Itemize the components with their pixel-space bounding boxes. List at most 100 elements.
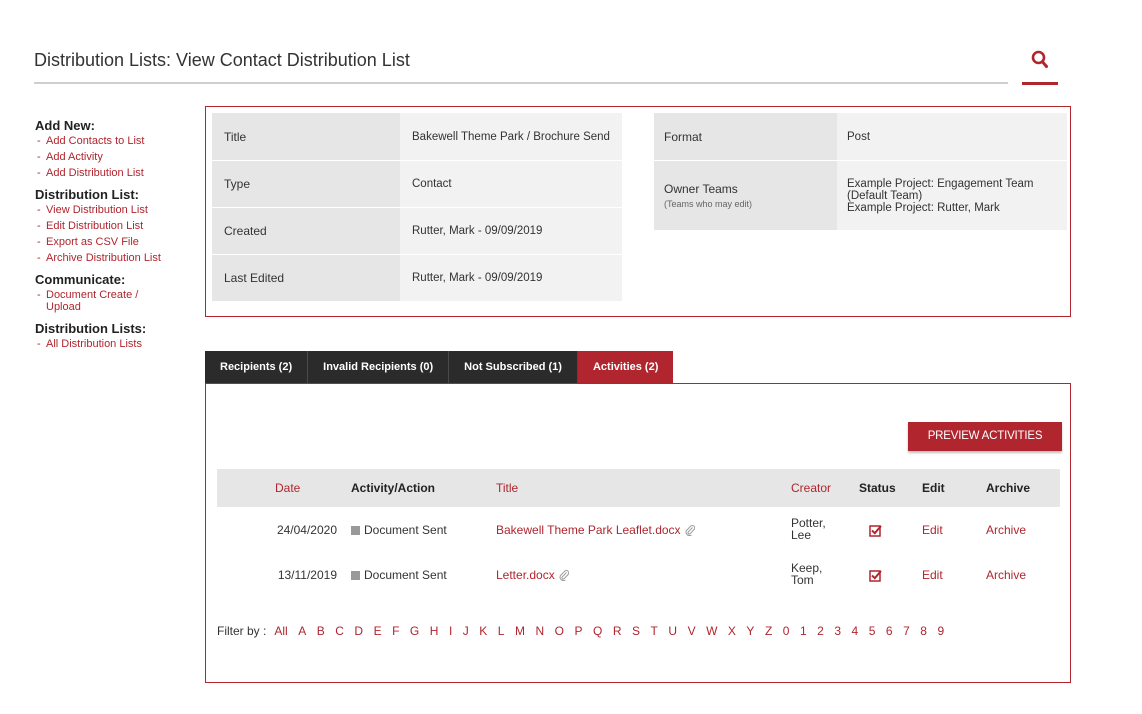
filter-letter-2[interactable]: 2 <box>817 624 824 638</box>
filter-letter-g[interactable]: G <box>410 624 419 638</box>
filter-letter-6[interactable]: 6 <box>886 624 893 638</box>
filter-letter-3[interactable]: 3 <box>834 624 841 638</box>
filter-letter-w[interactable]: W <box>706 624 717 638</box>
activity-action: Document Sent <box>347 507 492 552</box>
filter-letter-h[interactable]: H <box>430 624 439 638</box>
checkbox-checked-icon[interactable] <box>869 524 882 537</box>
dash: - <box>37 236 41 248</box>
tab-activities[interactable]: Activities (2) <box>577 351 674 384</box>
edit-link[interactable]: Edit <box>918 552 982 597</box>
filter-letter-m[interactable]: M <box>515 624 525 638</box>
sidebar: Add New: - Add Contacts to List - Add Acti… <box>35 118 185 358</box>
tab-invalid-recipients[interactable]: Invalid Recipients (0) <box>308 351 450 384</box>
column-header-date[interactable]: Date <box>217 469 347 507</box>
sidebar-item-label: Export as CSV File <box>46 236 139 248</box>
sidebar-item-view-list[interactable]: - View Distribution List <box>35 204 185 216</box>
archive-link[interactable]: Archive <box>982 552 1060 597</box>
filter-letter-5[interactable]: 5 <box>869 624 876 638</box>
details-panel: Title Bakewell Theme Park / Brochure Sen… <box>205 106 1071 317</box>
activity-creator: Keep, Tom <box>787 552 855 597</box>
tab-not-subscribed[interactable]: Not Subscribed (1) <box>449 351 578 384</box>
filter-letter-b[interactable]: B <box>317 624 325 638</box>
square-icon <box>351 525 360 535</box>
filter-letter-9[interactable]: 9 <box>937 624 944 638</box>
filter-letter-x[interactable]: X <box>728 624 736 638</box>
detail-value: Bakewell Theme Park / Brochure Send <box>400 113 622 160</box>
filter-letter-4[interactable]: 4 <box>852 624 859 638</box>
filter-letter-i[interactable]: I <box>449 624 452 638</box>
activity-date: 13/11/2019 <box>277 567 337 582</box>
filter-letter-7[interactable]: 7 <box>903 624 910 638</box>
dash: - <box>37 252 41 264</box>
column-header-edit: Edit <box>918 469 982 507</box>
filter-letter-l[interactable]: L <box>498 624 505 638</box>
filter-letter-s[interactable]: S <box>632 624 640 638</box>
preview-activities-button[interactable]: PREVIEW ACTIVITIES <box>908 422 1062 451</box>
tab-recipients[interactable]: Recipients (2) <box>205 351 309 384</box>
sidebar-heading: Communicate: <box>35 272 126 287</box>
checkbox-checked-icon[interactable] <box>869 569 882 582</box>
filter-letter-q[interactable]: Q <box>593 624 602 638</box>
filter-letter-a[interactable]: A <box>298 624 306 638</box>
activity-status <box>855 507 918 552</box>
sidebar-item-label: All Distribution Lists <box>46 338 142 350</box>
column-header-title[interactable]: Title <box>492 469 787 507</box>
detail-row-type: Type Contact <box>212 160 622 207</box>
filter-letter-0[interactable]: 0 <box>783 624 790 638</box>
filter-letter-k[interactable]: K <box>479 624 487 638</box>
filter-bar: Filter by : All A B C D E F G H I J K L M N O P Q R S T U V W X Y… <box>217 624 955 638</box>
detail-label: Format <box>654 113 837 160</box>
filter-letter-8[interactable]: 8 <box>920 624 927 638</box>
filter-letter-c[interactable]: C <box>335 624 344 638</box>
creator-name: Keep, Tom <box>791 562 822 586</box>
filter-letter-n[interactable]: N <box>535 624 544 638</box>
filter-letter-e[interactable]: E <box>374 624 382 638</box>
filter-letter-f[interactable]: F <box>392 624 399 638</box>
detail-value: Rutter, Mark - 09/09/2019 <box>400 254 622 301</box>
sidebar-item-add-distribution-list[interactable]: - Add Distribution List <box>35 167 185 179</box>
edit-link[interactable]: Edit <box>918 507 982 552</box>
filter-letter-o[interactable]: O <box>555 624 564 638</box>
filter-letter-p[interactable]: P <box>575 624 583 638</box>
column-header-creator[interactable]: Creator <box>787 469 855 507</box>
activity-title-link[interactable]: Letter.docx <box>496 568 555 582</box>
archive-link[interactable]: Archive <box>982 507 1060 552</box>
dash: - <box>37 135 41 147</box>
search-icon <box>1031 50 1048 68</box>
filter-letter-all[interactable]: All <box>274 624 287 638</box>
activities-table: Date Activity/Action Title Creator Statu… <box>217 469 1060 597</box>
sidebar-item-archive-list[interactable]: - Archive Distribution List <box>35 252 175 264</box>
search-underline <box>1022 82 1058 85</box>
filter-letter-z[interactable]: Z <box>765 624 772 638</box>
details-table-right: Format Post Owner Teams (Teams who may e… <box>654 113 1067 230</box>
search-button[interactable] <box>1022 44 1058 84</box>
owner-teams-note: (Teams who may edit) <box>664 199 753 209</box>
filter-letter-u[interactable]: U <box>668 624 677 638</box>
filter-letter-v[interactable]: V <box>688 624 696 638</box>
creator-first: Tom <box>791 573 814 587</box>
sidebar-item-all-lists[interactable]: - All Distribution Lists <box>35 338 185 350</box>
activity-action-label: Document Sent <box>364 522 447 537</box>
activity-action-label: Document Sent <box>364 567 447 582</box>
filter-letter-r[interactable]: R <box>613 624 622 638</box>
creator-name: Potter, Lee <box>791 517 826 541</box>
activity-action: Document Sent <box>347 552 492 597</box>
filter-letter-j[interactable]: J <box>463 624 469 638</box>
filter-letter-y[interactable]: Y <box>746 624 754 638</box>
detail-value: Example Project: Engagement Team (Defaul… <box>837 160 1067 230</box>
creator-first: Lee <box>791 528 812 542</box>
filter-letter-d[interactable]: D <box>354 624 363 638</box>
filter-letter-t[interactable]: T <box>651 624 658 638</box>
sidebar-item-add-activity[interactable]: - Add Activity <box>35 151 185 163</box>
sidebar-item-add-contacts[interactable]: - Add Contacts to List <box>35 135 185 147</box>
filter-label: Filter by : <box>217 624 267 638</box>
detail-label: Type <box>212 160 400 207</box>
sidebar-item-edit-list[interactable]: - Edit Distribution List <box>35 220 185 232</box>
sidebar-item-label: Add Activity <box>46 151 103 163</box>
sidebar-item-document-create[interactable]: - Document Create / Upload <box>35 289 175 313</box>
sidebar-item-label: Archive Distribution List <box>46 252 161 264</box>
activity-title-link[interactable]: Bakewell Theme Park Leaflet.docx <box>496 523 681 537</box>
filter-letter-1[interactable]: 1 <box>800 624 807 638</box>
dash: - <box>37 151 41 163</box>
sidebar-item-export-csv[interactable]: - Export as CSV File <box>35 236 185 248</box>
